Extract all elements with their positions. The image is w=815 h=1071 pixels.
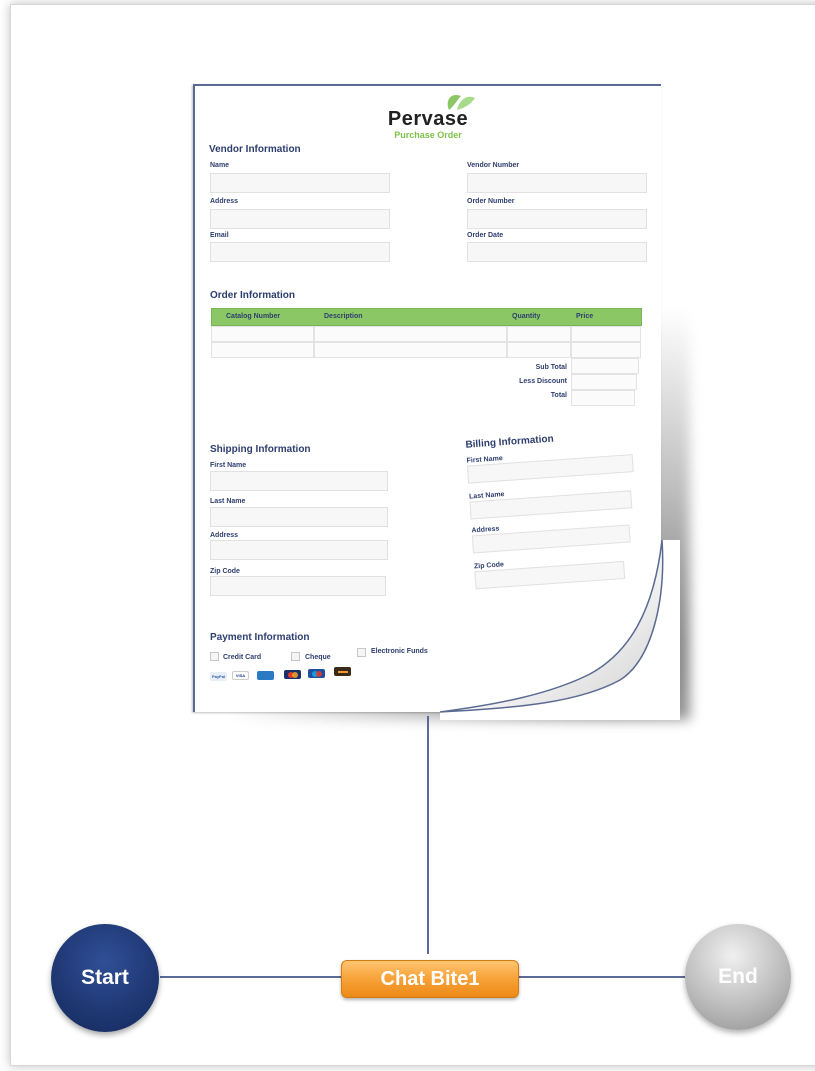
vendor-name-label: Name — [210, 162, 230, 169]
vendor-email-label: Email — [210, 232, 229, 239]
shipping-last-name-field — [210, 507, 388, 527]
credit-card-label: Credit Card — [223, 654, 262, 661]
start-node[interactable]: Start — [51, 924, 159, 1032]
connector-document-to-chat — [427, 716, 429, 954]
table-cell — [571, 358, 639, 374]
payment-section-title: Payment Information — [210, 632, 310, 643]
shipping-zip-field — [210, 576, 386, 596]
shipping-address-label: Address — [210, 532, 239, 539]
order-number-field — [467, 209, 647, 229]
credit-card-checkbox — [210, 652, 219, 661]
table-cell — [211, 326, 314, 342]
shipping-section-title: Shipping Information — [210, 444, 311, 455]
column-price: Price — [576, 313, 594, 320]
table-cell — [571, 390, 635, 406]
order-table-header: Catalog Number Description Quantity Pric… — [211, 308, 642, 326]
vendor-address-field — [210, 209, 390, 229]
sub-total-label: Sub Total — [535, 364, 567, 371]
table-cell — [211, 342, 314, 358]
electronic-funds-checkbox — [357, 648, 366, 657]
column-description: Description — [324, 313, 363, 320]
order-number-label: Order Number — [467, 198, 515, 205]
mastercard-icon — [284, 670, 301, 679]
connector-chat-to-end — [518, 976, 690, 978]
table-cell — [314, 342, 507, 358]
cheque-checkbox — [291, 652, 300, 661]
column-catalog-number: Catalog Number — [226, 313, 281, 320]
vendor-email-field — [210, 242, 390, 262]
table-cell — [507, 342, 571, 358]
table-cell — [507, 326, 571, 342]
maestro-card-icon — [308, 669, 325, 678]
table-cell — [314, 326, 507, 342]
brand-name: Pervase — [387, 108, 469, 130]
shipping-last-name-label: Last Name — [210, 498, 246, 505]
shipping-first-name-field — [210, 471, 388, 491]
vendor-address-label: Address — [210, 198, 239, 205]
column-quantity: Quantity — [512, 313, 541, 320]
end-node[interactable]: End — [685, 924, 791, 1030]
electronic-funds-label: Electronic Funds — [371, 648, 428, 655]
visa-card-icon: VISA — [232, 671, 249, 680]
shipping-first-name-label: First Name — [210, 462, 247, 469]
table-cell — [571, 374, 637, 390]
vendor-section-title: Vendor Information — [209, 144, 301, 155]
shipping-address-field — [210, 540, 388, 560]
paypal-card-icon: PayPal — [210, 672, 227, 681]
order-date-label: Order Date — [467, 232, 504, 239]
table-cell — [571, 342, 641, 358]
vendor-number-label: Vendor Number — [467, 162, 520, 169]
cheque-label: Cheque — [305, 654, 331, 661]
table-cell — [571, 326, 641, 342]
vendor-name-field — [210, 173, 390, 193]
page-curl — [440, 540, 680, 720]
order-section-title: Order Information — [210, 290, 296, 301]
shipping-zip-label: Zip Code — [210, 568, 240, 575]
discover-card-icon — [334, 667, 351, 676]
less-discount-label: Less Discount — [519, 378, 567, 385]
amex-card-icon — [257, 671, 274, 680]
document-subtitle: Purchase Order — [394, 130, 462, 140]
chat-bite-node[interactable]: Chat Bite1 — [341, 960, 519, 998]
connector-start-to-chat — [160, 976, 342, 978]
order-date-field — [467, 242, 647, 262]
vendor-number-field — [467, 173, 647, 193]
billing-section-title: Billing Information — [465, 433, 555, 451]
total-label: Total — [550, 392, 567, 399]
